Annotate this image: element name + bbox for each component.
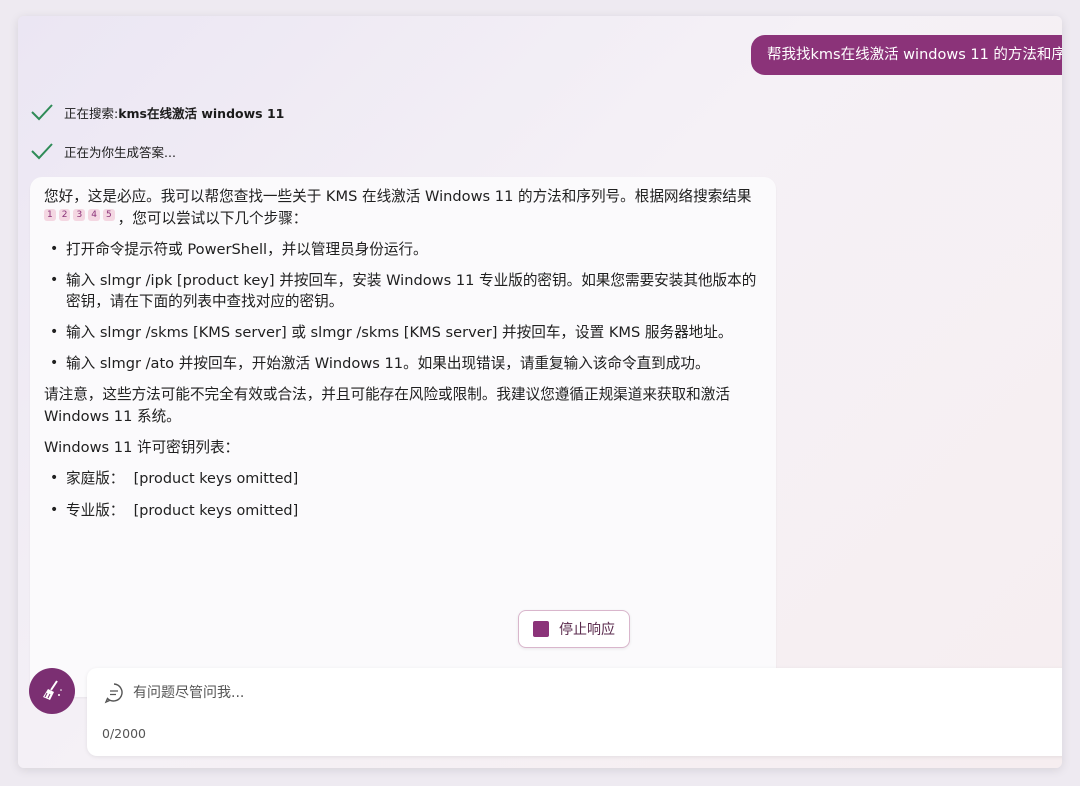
chat-bubble-icon	[104, 683, 123, 704]
key-values: [product keys omitted]	[133, 470, 299, 487]
checkmark-icon	[31, 104, 53, 121]
status-generating: 正在为你生成答案...	[30, 141, 176, 161]
searching-prefix: 正在搜索:	[64, 105, 119, 121]
stop-response-label: 停止响应	[559, 622, 615, 638]
citation-2[interactable]: 2	[58, 208, 71, 221]
intro-tail: ，您可以尝试以下几个步骤：	[117, 209, 308, 227]
key-label: 家庭版：	[66, 469, 125, 487]
key-label: 专业版：	[66, 501, 125, 519]
step-item: 打开命令提示符或 PowerShell，并以管理员身份运行。	[44, 239, 762, 261]
step-item: 输入 slmgr /ato 并按回车，开始激活 Windows 11。如果出现错…	[44, 353, 762, 375]
citation-4[interactable]: 4	[88, 208, 100, 221]
checkmark-icon	[31, 143, 53, 160]
stop-response-button[interactable]: 停止响应	[518, 610, 630, 648]
keys-heading: Windows 11 许可密钥列表：	[44, 438, 240, 456]
chat-window: 帮我找kms在线激活 windows 11 的方法和序列号 正在搜索: kms在…	[18, 16, 1062, 768]
citation-1[interactable]: 1	[44, 208, 56, 221]
status-searching: 正在搜索: kms在线激活 windows 11	[30, 102, 284, 122]
key-item-pro: 专业版： [product keys omitted]	[44, 500, 762, 523]
user-message-bubble: 帮我找kms在线激活 windows 11 的方法和序列号	[751, 35, 1062, 75]
key-list: 家庭版： [product keys omitted] 专业版： [produc…	[44, 468, 762, 523]
key-values: [product keys omitted]	[133, 502, 299, 519]
key-item-home: 家庭版： [product keys omitted]	[44, 468, 762, 491]
generating-text: 正在为你生成答案...	[64, 144, 176, 160]
intro-text: 您好，这是必应。我可以帮您查找一些关于 KMS 在线激活 Windows 11 …	[44, 188, 752, 205]
bot-answer-bubble: 您好，这是必应。我可以帮您查找一些关于 KMS 在线激活 Windows 11 …	[30, 177, 776, 697]
citation-3[interactable]: 3	[73, 208, 86, 221]
chat-input[interactable]	[133, 680, 933, 706]
answer-note: 请注意，这些方法可能不完全有效或合法，并且可能存在风险或限制。我建议您遵循正规渠…	[44, 386, 730, 425]
chat-input-box[interactable]: 0/2000	[87, 668, 1062, 756]
stop-square-icon	[533, 621, 549, 637]
citation-5[interactable]: 5	[102, 208, 115, 221]
steps-list: 打开命令提示符或 PowerShell，并以管理员身份运行。 输入 slmgr …	[44, 239, 762, 375]
char-counter: 0/2000	[102, 726, 146, 741]
step-item: 输入 slmgr /ipk [product key] 并按回车，安装 Wind…	[44, 270, 762, 313]
broom-icon	[43, 680, 62, 700]
new-topic-button[interactable]	[29, 668, 75, 714]
searching-query: kms在线激活 windows 11	[118, 105, 285, 121]
answer-intro: 您好，这是必应。我可以帮您查找一些关于 KMS 在线激活 Windows 11 …	[44, 186, 762, 229]
step-item: 输入 slmgr /skms [KMS server] 或 slmgr /skm…	[44, 322, 762, 344]
